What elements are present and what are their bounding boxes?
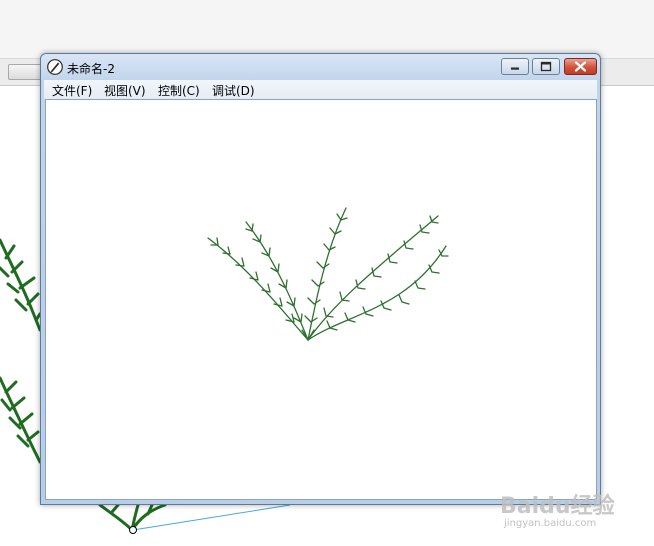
watermark-brand: Baidu经验 bbox=[500, 494, 615, 519]
menu-item-debug[interactable]: 调试(D) bbox=[212, 82, 255, 99]
grass-drawing bbox=[207, 207, 449, 341]
maximize-button[interactable] bbox=[532, 58, 560, 75]
menu-bar: 文件(F) 视图(V) 控制(C) 调试(D) bbox=[44, 80, 597, 100]
pen-nib-icon bbox=[47, 59, 63, 75]
window-titlebar[interactable]: 未命名-2 bbox=[41, 54, 600, 81]
drawing-canvas[interactable] bbox=[45, 99, 597, 500]
window-title: 未命名-2 bbox=[67, 62, 115, 76]
menu-item-control[interactable]: 控制(C) bbox=[158, 82, 200, 99]
background-fern-upper bbox=[0, 238, 42, 332]
minimize-button[interactable] bbox=[501, 58, 529, 75]
grass-blade-3-leaves bbox=[304, 213, 348, 323]
close-icon bbox=[574, 61, 587, 72]
background-fern-lower bbox=[0, 376, 42, 464]
background-anchor-point bbox=[129, 526, 137, 534]
watermark: Baidu经验 jingyan.baidu.com bbox=[500, 488, 650, 538]
watermark-url: jingyan.baidu.com bbox=[504, 518, 597, 529]
app-window: 未命名-2 文件(F) 视图(V) 控制(C) 调试(D) bbox=[40, 53, 601, 505]
grass-blade-5-leaves bbox=[326, 249, 449, 331]
grass-blade-2-leaves bbox=[245, 223, 303, 323]
close-button[interactable] bbox=[564, 58, 597, 75]
menu-item-view[interactable]: 视图(V) bbox=[104, 82, 146, 99]
menu-item-file[interactable]: 文件(F) bbox=[52, 82, 92, 99]
minimize-icon bbox=[511, 67, 519, 70]
maximize-icon bbox=[540, 61, 552, 72]
